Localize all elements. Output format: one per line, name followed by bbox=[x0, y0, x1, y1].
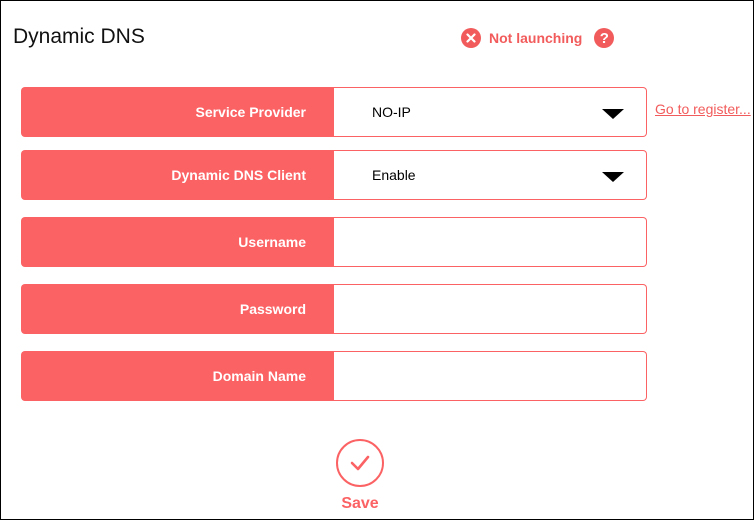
save-label: Save bbox=[341, 495, 379, 512]
service-provider-value: NO-IP bbox=[372, 104, 411, 120]
caret-down-icon[interactable] bbox=[602, 109, 624, 119]
ddns-client-label: Dynamic DNS Client bbox=[21, 150, 334, 200]
domain-name-input[interactable] bbox=[334, 352, 646, 400]
username-field-box bbox=[334, 217, 647, 267]
close-circle-icon bbox=[461, 28, 481, 48]
ddns-client-value: Enable bbox=[372, 167, 416, 183]
save-button[interactable]: Save bbox=[332, 439, 388, 513]
domain-name-row: Domain Name bbox=[21, 351, 647, 401]
status-text: Not launching bbox=[489, 30, 583, 46]
ddns-client-select[interactable]: Enable bbox=[334, 150, 647, 200]
dynamic-dns-panel: Dynamic DNS Not launching ? Service Prov… bbox=[0, 0, 754, 520]
go-to-register-link[interactable]: Go to register... bbox=[655, 101, 751, 117]
domain-name-field-box bbox=[334, 351, 647, 401]
domain-name-label: Domain Name bbox=[21, 351, 334, 401]
username-input[interactable] bbox=[334, 218, 646, 266]
help-icon[interactable]: ? bbox=[594, 28, 615, 48]
checkmark-circle-icon[interactable] bbox=[336, 439, 384, 487]
service-provider-select[interactable]: NO-IP bbox=[334, 87, 647, 137]
ddns-client-row: Dynamic DNS Client Enable bbox=[21, 150, 647, 200]
service-provider-row: Service Provider NO-IP bbox=[21, 87, 647, 137]
caret-down-icon[interactable] bbox=[602, 172, 624, 182]
password-field-box bbox=[334, 284, 647, 334]
status-indicator: Not launching ? bbox=[461, 28, 615, 48]
password-row: Password bbox=[21, 284, 647, 334]
password-input[interactable] bbox=[334, 285, 646, 333]
username-label: Username bbox=[21, 217, 334, 267]
password-label: Password bbox=[21, 284, 334, 334]
username-row: Username bbox=[21, 217, 647, 267]
service-provider-label: Service Provider bbox=[21, 87, 334, 137]
page-title: Dynamic DNS bbox=[13, 25, 145, 48]
